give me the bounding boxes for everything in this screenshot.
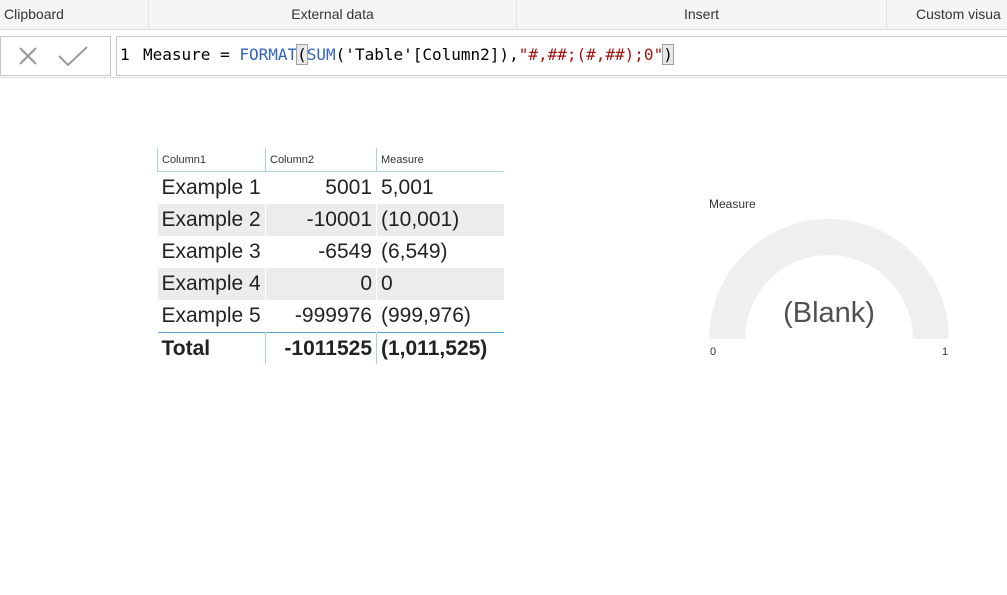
- cell-measure: 5,001: [381, 176, 434, 199]
- table-row[interactable]: Example 400: [157, 268, 504, 300]
- table-row[interactable]: Example 1 5001 5,001: [158, 172, 504, 205]
- formula-token: ): [662, 44, 674, 65]
- cancel-formula-button[interactable]: [12, 42, 44, 70]
- cell-column1: Example 2: [157, 204, 266, 236]
- table-header-row: Column1 Column2 Measure: [157, 148, 504, 172]
- cell-column1: Example 3: [161, 240, 261, 263]
- formula-token: (: [296, 44, 308, 65]
- column-header-column2[interactable]: Column2: [265, 148, 377, 172]
- commit-formula-button[interactable]: [57, 42, 89, 70]
- total-cell-column2: -1011525: [265, 332, 377, 364]
- gauge-min-label: 0: [710, 346, 717, 358]
- table-row[interactable]: Example 3 -6549 (6,549): [158, 236, 504, 268]
- table-row[interactable]: Example 2 -10001 (10,001): [157, 204, 504, 236]
- cell-column2: -6549: [318, 240, 372, 263]
- table-total-row: Total -1011525 (1,011,525): [157, 332, 504, 364]
- ribbon-group-custom-visuals[interactable]: Custom visua: [887, 0, 1007, 29]
- ribbon-group-clipboard[interactable]: Clipboard: [0, 0, 148, 29]
- formula-bar: 1 Measure = FORMAT(SUM('Table'[Column2])…: [0, 30, 1007, 78]
- cell-measure: (999,976): [381, 304, 471, 327]
- formula-token: FORMAT: [239, 45, 298, 64]
- total-cell-measure: (1,011,525): [376, 332, 504, 364]
- checkmark-icon: [58, 46, 88, 67]
- cell-column2: 0: [265, 268, 377, 300]
- gauge-visual[interactable]: Measure (Blank) 0 1: [705, 195, 955, 365]
- column-header-measure[interactable]: Measure: [376, 148, 504, 172]
- cell-column1: Example 5: [161, 304, 261, 327]
- ribbon-group-insert[interactable]: Insert: [517, 0, 886, 29]
- formula-code[interactable]: Measure = FORMAT(SUM('Table'[Column2]),"…: [143, 37, 674, 73]
- table-row[interactable]: Example 5 -999976 (999,976): [158, 300, 504, 333]
- formula-token: SUM: [306, 45, 336, 64]
- formula-token: Measure =: [143, 45, 240, 64]
- cell-column2: -999976: [294, 304, 372, 327]
- data-table: Column1 Column2 Measure Example 1 5001 5,0…: [157, 148, 504, 364]
- cell-measure: (6,549): [381, 240, 448, 263]
- cell-measure: 0: [376, 268, 504, 300]
- cell-column1: Example 1: [161, 176, 261, 199]
- cell-measure: (10,001): [376, 204, 504, 236]
- total-cell-column1: Total: [157, 332, 266, 364]
- close-icon: [19, 47, 37, 65]
- gauge-value: (Blank): [783, 297, 875, 329]
- ribbon-bar: Clipboard External data Insert Custom vi…: [0, 0, 1007, 30]
- cell-column2: -10001: [265, 204, 377, 236]
- formula-token: ('Table'[Column2]),: [335, 45, 519, 64]
- ribbon-group-external-data[interactable]: External data: [149, 0, 516, 29]
- gauge-title: Measure: [709, 197, 756, 211]
- formula-token: "#,##;(#,##);0": [518, 45, 664, 64]
- gauge-max-label: 1: [942, 346, 949, 358]
- formula-editor[interactable]: 1 Measure = FORMAT(SUM('Table'[Column2])…: [116, 36, 1007, 76]
- line-number: 1: [120, 45, 130, 64]
- formula-bar-buttons: [0, 36, 111, 76]
- table-visual[interactable]: Column1 Column2 Measure Example 1 5001 5,0…: [157, 148, 504, 364]
- cell-column1: Example 4: [157, 268, 266, 300]
- cell-column2: 5001: [325, 176, 372, 199]
- column-header-column1[interactable]: Column1: [157, 148, 266, 172]
